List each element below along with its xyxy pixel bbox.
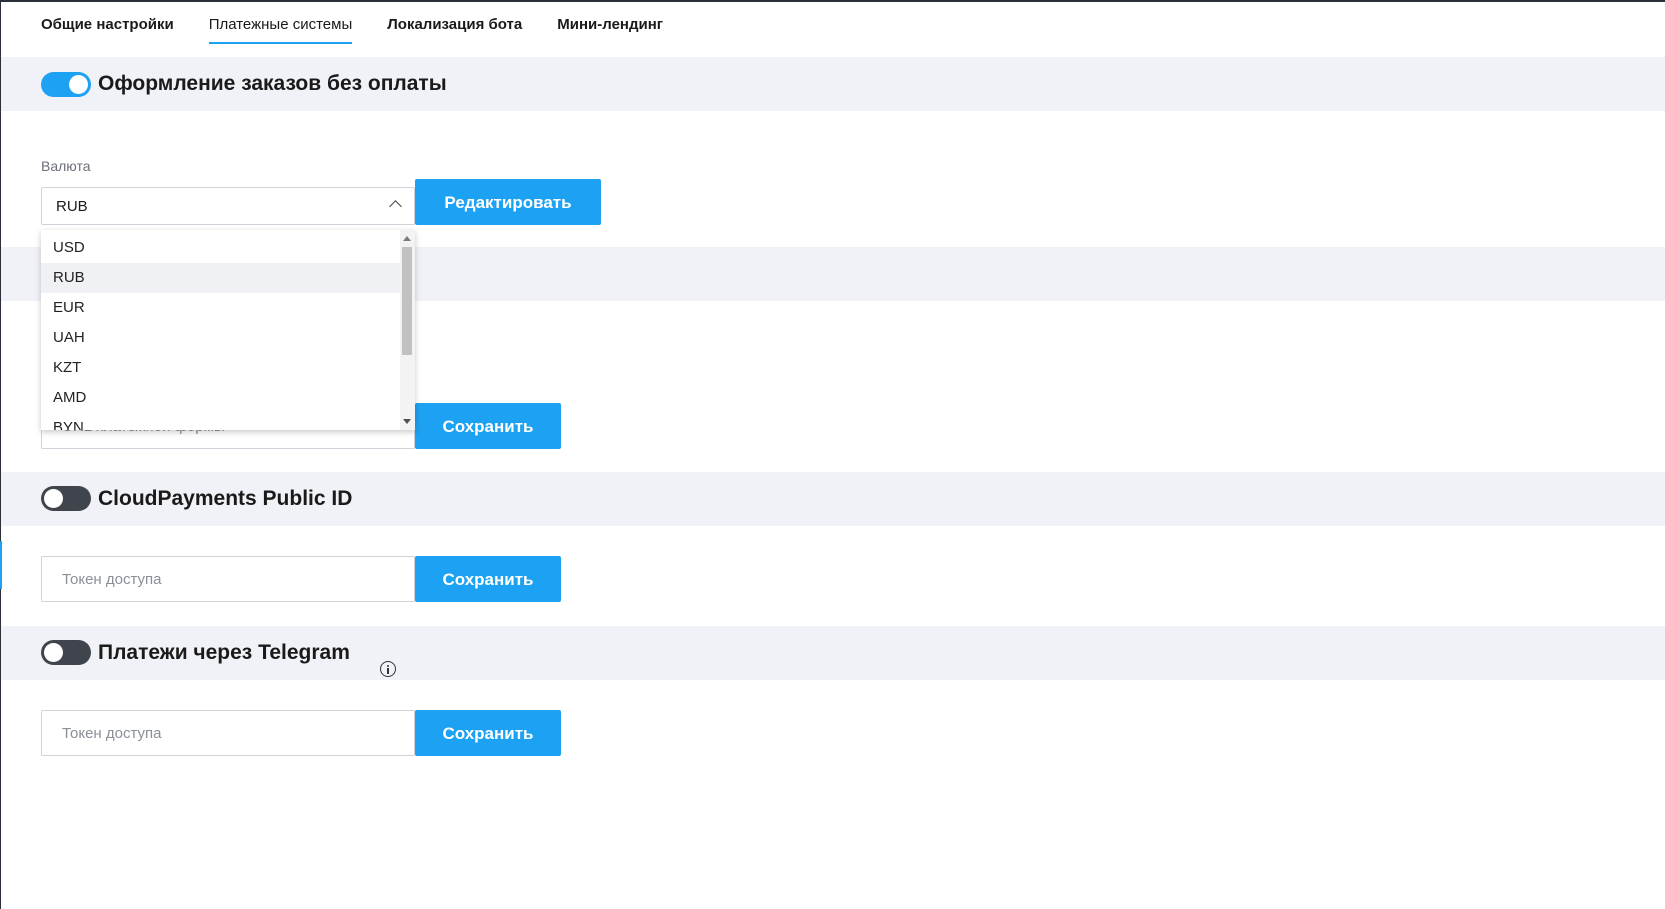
- currency-option-usd[interactable]: USD: [41, 233, 411, 263]
- toggle-knob: [69, 75, 88, 94]
- settings-tabs: Общие настройки Платежные системы Локали…: [41, 16, 663, 44]
- currency-options: USD RUB EUR UAH KZT AMD BYN: [41, 233, 411, 430]
- currency-option-rub[interactable]: RUB: [41, 263, 411, 293]
- info-icon[interactable]: [380, 661, 396, 677]
- cloudpayments-title: CloudPayments Public ID: [98, 487, 353, 510]
- toggle-knob: [44, 489, 63, 508]
- side-indicator: [0, 541, 2, 589]
- currency-option-kzt[interactable]: KZT: [41, 353, 411, 383]
- tab-bot-localization[interactable]: Локализация бота: [387, 16, 522, 44]
- telegram-token-input[interactable]: [41, 710, 415, 756]
- telegram-payments-title: Платежи через Telegram: [98, 641, 350, 664]
- currency-dropdown: USD RUB EUR UAH KZT AMD BYN: [41, 230, 415, 430]
- edit-currency-button[interactable]: Редактировать: [415, 179, 601, 225]
- telegram-payments-toggle[interactable]: [41, 640, 91, 665]
- tab-mini-landing[interactable]: Мини-лендинг: [557, 16, 663, 44]
- window-left-border: [0, 0, 1, 909]
- chevron-up-icon: [389, 200, 402, 213]
- save-telegram-button[interactable]: Сохранить: [415, 710, 561, 756]
- currency-option-uah[interactable]: UAH: [41, 323, 411, 353]
- currency-option-eur[interactable]: EUR: [41, 293, 411, 323]
- currency-option-amd[interactable]: AMD: [41, 383, 411, 413]
- currency-selected-value: RUB: [56, 198, 88, 215]
- currency-select[interactable]: RUB: [41, 187, 415, 225]
- toggle-knob: [44, 643, 63, 662]
- tab-general-settings[interactable]: Общие настройки: [41, 16, 174, 44]
- cloudpayments-token-input[interactable]: [41, 556, 415, 602]
- tab-payment-systems[interactable]: Платежные системы: [208, 16, 353, 44]
- scrollbar-thumb[interactable]: [402, 247, 412, 355]
- scroll-down-arrow-icon[interactable]: [403, 419, 411, 424]
- dropdown-scrollbar[interactable]: [400, 230, 415, 430]
- cloudpayments-toggle[interactable]: [41, 486, 91, 511]
- currency-label: Валюта: [41, 158, 91, 174]
- save-payment-form-button[interactable]: Сохранить: [415, 403, 561, 449]
- save-cloudpayments-button[interactable]: Сохранить: [415, 556, 561, 602]
- scroll-up-arrow-icon[interactable]: [403, 236, 411, 241]
- window-top-border: [0, 0, 1665, 2]
- currency-option-byn[interactable]: BYN: [41, 413, 411, 430]
- no-payment-title: Оформление заказов без оплаты: [98, 72, 447, 95]
- no-payment-toggle[interactable]: [41, 72, 91, 97]
